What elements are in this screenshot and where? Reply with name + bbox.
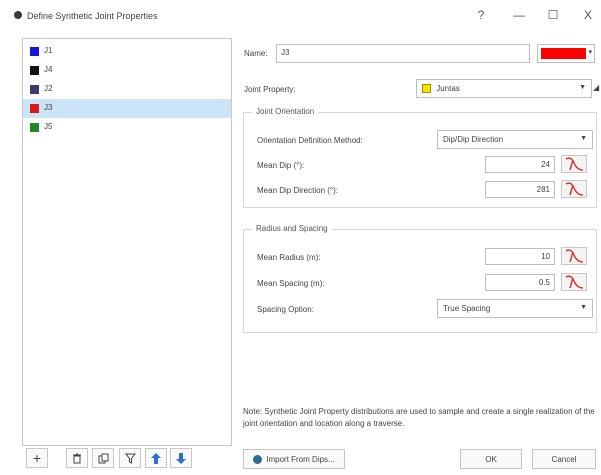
distribution-icon [565,275,584,289]
move-up-button[interactable] [145,448,167,468]
property-color-swatch [422,84,431,94]
color-swatch [541,48,586,59]
copy-icon [98,453,108,463]
title-bar: Define Synthetic Joint Properties ? — ☐ … [0,0,601,34]
close-button[interactable]: X [578,8,598,22]
mean-dip-direction-input[interactable]: 281 [485,181,555,198]
orientation-method-value: Dip/Dip Direction [443,135,504,144]
radius-spacing-title: Radius and Spacing [252,224,332,233]
mean-dip-direction-distribution-button[interactable] [561,180,587,198]
spacing-option-value: True Spacing [443,304,491,313]
joint-color-picker[interactable]: ▾ [537,44,595,63]
joint-list[interactable]: J1 J4 J2 J3 J5 [22,38,232,446]
arrow-up-icon [151,452,161,464]
help-button[interactable]: ? [471,8,491,22]
joint-item-j3[interactable]: J3 [23,99,231,118]
joint-item-j2[interactable]: J2 [23,80,231,99]
joint-label: J4 [44,65,53,74]
dips-icon [253,454,263,464]
add-joint-button[interactable]: + [26,448,48,468]
mean-dip-input[interactable]: 24 [485,156,555,173]
mean-dip-distribution-button[interactable] [561,155,587,173]
orientation-method-select[interactable]: Dip/Dip Direction ▼ [437,130,593,149]
filter-icon [124,453,136,464]
mean-spacing-input[interactable]: 0.5 [485,274,555,291]
joint-label: J5 [44,122,53,131]
trash-icon [73,453,81,463]
mean-spacing-label: Mean Spacing (m): [257,279,325,288]
plus-icon: + [32,450,42,466]
import-from-dips-button[interactable]: Import From Dips... [243,449,345,469]
expand-icon[interactable]: ◢ [593,83,599,92]
spacing-option-select[interactable]: True Spacing ▼ [437,299,593,318]
name-label: Name: [244,49,268,58]
import-from-dips-label: Import From Dips... [266,454,335,464]
orientation-method-label: Orientation Definition Method: [257,136,363,145]
joint-property-value: Juntas [436,84,460,93]
mean-radius-input[interactable]: 10 [485,248,555,265]
joint-property-label: Joint Property: [244,85,296,94]
chevron-down-icon: ▼ [579,84,586,91]
maximize-button[interactable]: ☐ [543,8,563,22]
joint-color-swatch [30,104,39,113]
joint-color-swatch [30,85,39,94]
spacing-option-label: Spacing Option: [257,305,314,314]
window-title: Define Synthetic Joint Properties [27,11,158,21]
cancel-button[interactable]: Cancel [532,449,596,469]
joint-color-swatch [30,66,39,75]
joint-color-swatch [30,123,39,132]
app-icon [14,11,22,19]
joint-item-j5[interactable]: J5 [23,118,231,137]
delete-joint-button[interactable] [66,448,88,468]
joint-property-select[interactable]: Juntas ▼ [416,79,592,98]
filter-button[interactable] [119,448,141,468]
joint-orientation-title: Joint Orientation [252,107,319,116]
joint-label: J2 [44,84,53,93]
distribution-icon [565,157,584,171]
copy-joint-button[interactable] [92,448,114,468]
chevron-down-icon: ▼ [580,304,587,311]
joint-item-j4[interactable]: J4 [23,61,231,80]
chevron-down-icon: ▼ [580,135,587,142]
joint-label: J1 [44,46,53,55]
joint-color-swatch [30,47,39,56]
move-down-button[interactable] [170,448,192,468]
distribution-icon [565,249,584,263]
arrow-down-icon [176,452,186,464]
mean-spacing-distribution-button[interactable] [561,273,587,291]
chevron-down-icon: ▾ [588,49,592,56]
note-text: Note: Synthetic Joint Property distribut… [243,407,595,428]
mean-radius-label: Mean Radius (m): [257,253,321,262]
mean-dip-label: Mean Dip (°): [257,161,305,170]
ok-button[interactable]: OK [460,449,522,469]
joint-label: J3 [44,103,53,112]
name-input[interactable]: J3 [276,44,530,63]
mean-dip-direction-label: Mean Dip Direction (°): [257,186,338,195]
minimize-button[interactable]: — [509,8,529,22]
joint-item-j1[interactable]: J1 [23,42,231,61]
distribution-icon [565,182,584,196]
mean-radius-distribution-button[interactable] [561,247,587,265]
